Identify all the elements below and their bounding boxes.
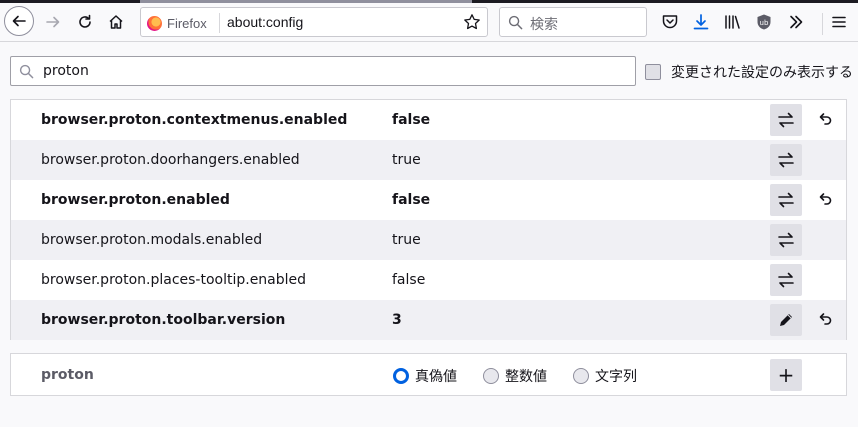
new-pref-name: proton [41, 367, 94, 383]
pocket-button[interactable] [655, 7, 685, 37]
identity-label: Firefox [167, 15, 207, 31]
home-button[interactable] [101, 7, 131, 37]
edit-button[interactable] [770, 304, 802, 336]
pref-value: false [392, 272, 426, 288]
toggle-button[interactable] [770, 224, 802, 256]
pref-row: browser.proton.modals.enabled true [11, 220, 846, 260]
toggle-arrows-icon [778, 232, 794, 248]
star-icon[interactable] [463, 13, 481, 31]
pref-name: browser.proton.toolbar.version [41, 312, 286, 328]
app-menu-button[interactable] [824, 7, 854, 37]
arrow-left-icon [12, 15, 26, 27]
navigation-toolbar: Firefox about:config 検索 ub [0, 3, 858, 42]
download-icon [693, 14, 709, 30]
toggle-arrows-icon [778, 112, 794, 128]
pref-filter-field[interactable] [10, 56, 636, 86]
reset-button[interactable] [816, 191, 834, 209]
radio-string[interactable] [573, 368, 589, 384]
reset-button[interactable] [816, 311, 834, 329]
pref-row: browser.proton.places-tooltip.enabled fa… [11, 260, 846, 300]
chevron-double-right-icon [790, 15, 803, 29]
pref-row: browser.proton.doorhangers.enabled true [11, 140, 846, 180]
hamburger-menu-icon [832, 16, 846, 28]
type-option-number[interactable]: 整数値 [483, 366, 547, 386]
pref-type-radio-group: 真偽値 整数値 文字列 [393, 366, 663, 386]
pencil-icon [780, 314, 792, 326]
forward-button[interactable] [38, 7, 68, 37]
pref-value: true [392, 152, 421, 168]
show-modified-toggle[interactable]: 変更された設定のみ表示する [645, 62, 853, 82]
pref-row: browser.proton.enabled false [11, 180, 846, 220]
show-modified-label: 変更された設定のみ表示する [671, 65, 853, 81]
show-modified-checkbox[interactable] [645, 64, 661, 80]
identity-box[interactable]: Firefox [147, 14, 207, 32]
pref-value: true [392, 232, 421, 248]
pref-name: browser.proton.places-tooltip.enabled [41, 272, 307, 288]
pocket-icon [662, 15, 678, 29]
toggle-button[interactable] [770, 104, 802, 136]
pref-name: browser.proton.doorhangers.enabled [41, 152, 300, 168]
search-icon [19, 64, 34, 79]
type-option-string[interactable]: 文字列 [573, 366, 637, 386]
undo-icon [819, 313, 832, 325]
reload-icon [79, 14, 91, 28]
toggle-button[interactable] [770, 144, 802, 176]
type-option-boolean[interactable]: 真偽値 [393, 366, 457, 386]
add-pref-row: proton 真偽値 整数値 文字列 + [10, 353, 847, 396]
search-bar[interactable]: 検索 [499, 7, 647, 37]
ublock-origin-button[interactable]: ub [749, 7, 779, 37]
ublock-origin-icon: ub [757, 14, 771, 30]
identity-separator [219, 13, 220, 33]
toggle-button[interactable] [770, 184, 802, 216]
downloads-button[interactable] [686, 7, 716, 37]
toolbar-separator [822, 13, 823, 35]
arrow-right-icon [46, 16, 60, 28]
search-icon [508, 15, 523, 30]
pref-row: browser.proton.contextmenus.enabled fals… [11, 100, 846, 140]
reload-button[interactable] [70, 7, 100, 37]
add-button[interactable]: + [770, 359, 802, 391]
url-text[interactable]: about:config [227, 14, 303, 30]
toggle-button[interactable] [770, 264, 802, 296]
type-label-string: 文字列 [595, 369, 637, 385]
library-icon [725, 15, 740, 29]
pref-row: browser.proton.toolbar.version 3 [11, 300, 846, 340]
type-label-boolean: 真偽値 [415, 369, 457, 385]
pref-name: browser.proton.modals.enabled [41, 232, 263, 248]
pref-value: 3 [392, 312, 402, 328]
search-placeholder: 検索 [530, 17, 558, 33]
toggle-arrows-icon [778, 192, 794, 208]
library-button[interactable] [717, 7, 747, 37]
toggle-arrows-icon [778, 152, 794, 168]
prefs-table: browser.proton.contextmenus.enabled fals… [10, 99, 847, 340]
overflow-button[interactable] [781, 7, 811, 37]
radio-boolean[interactable] [393, 368, 409, 384]
svg-text:ub: ub [760, 19, 769, 27]
pref-name: browser.proton.enabled [41, 192, 230, 208]
pref-name: browser.proton.contextmenus.enabled [41, 112, 348, 128]
toggle-arrows-icon [778, 272, 794, 288]
pref-value: false [392, 192, 431, 208]
url-bar[interactable]: Firefox about:config [140, 7, 488, 37]
pref-value: false [392, 112, 431, 128]
undo-icon [819, 193, 832, 205]
firefox-logo-icon [147, 15, 162, 31]
type-label-number: 整数値 [505, 369, 547, 385]
home-icon [109, 15, 123, 29]
back-button[interactable] [4, 6, 34, 36]
undo-icon [819, 113, 832, 125]
pref-filter-input[interactable] [43, 60, 623, 82]
radio-number[interactable] [483, 368, 499, 384]
reset-button[interactable] [816, 111, 834, 129]
